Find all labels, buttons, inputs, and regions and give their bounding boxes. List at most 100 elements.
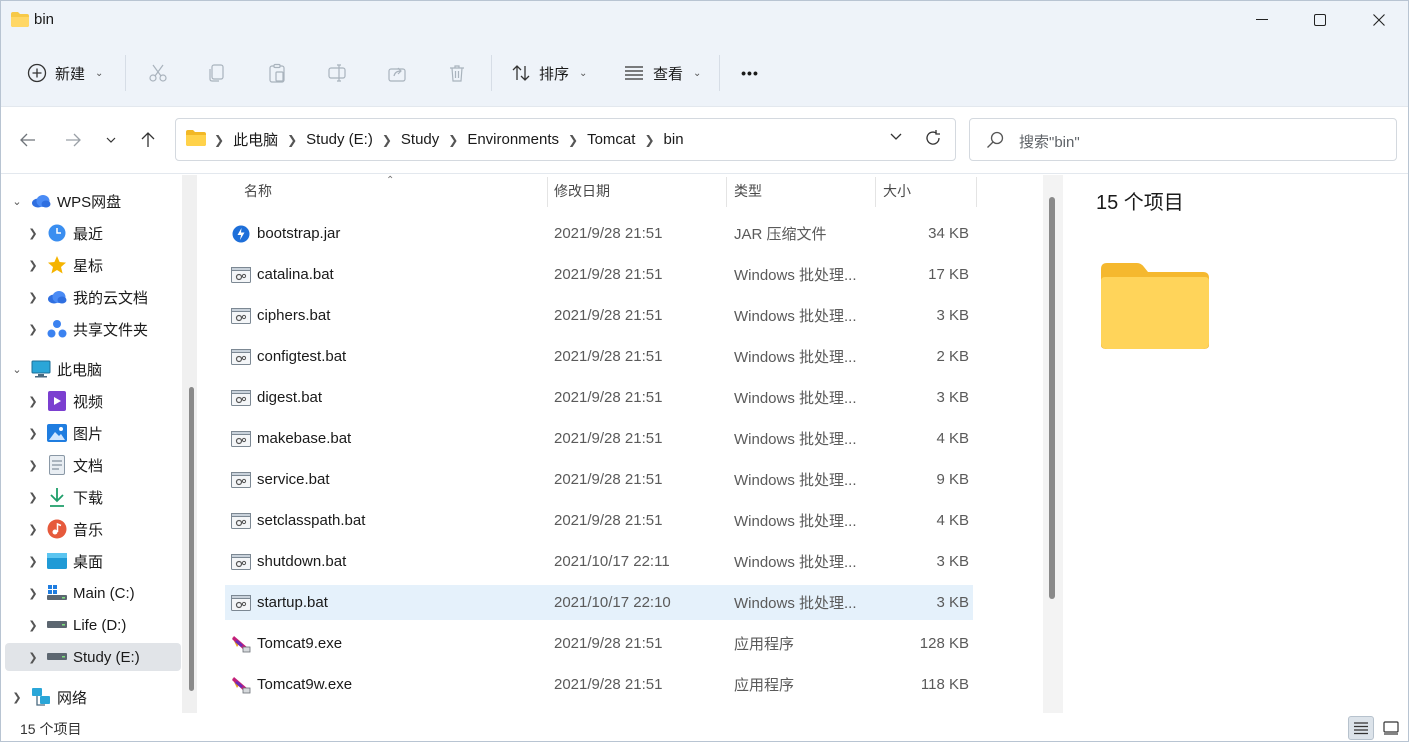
breadcrumb-item[interactable]: bin (657, 131, 691, 148)
sort-ascending-icon: ⌃ (386, 175, 395, 186)
sidebar-item-downloads[interactable]: ❯ 下载 (5, 483, 181, 511)
bat-icon (231, 265, 251, 285)
table-row[interactable]: Tomcat9w.exe 2021/9/28 21:51 应用程序 118 KB (225, 667, 973, 702)
sidebar-item-label: 网络 (57, 689, 88, 707)
column-divider[interactable] (726, 177, 727, 207)
table-row[interactable]: makebase.bat 2021/9/28 21:51 Windows 批处理..… (225, 421, 973, 456)
delete-button[interactable] (437, 53, 477, 93)
file-list-scrollbar-thumb[interactable] (1049, 197, 1055, 599)
table-row[interactable]: digest.bat 2021/9/28 21:51 Windows 批处理... 3… (225, 380, 973, 415)
table-row[interactable]: startup.bat 2021/10/17 22:10 Windows 批处理..… (225, 585, 973, 620)
more-options-button[interactable]: ••• (730, 53, 770, 93)
sidebar-item-documents[interactable]: ❯ 文档 (5, 451, 181, 479)
chevron-right-icon: ❯ (28, 395, 38, 408)
rename-button[interactable] (317, 53, 357, 93)
column-divider[interactable] (875, 177, 876, 207)
share-button[interactable] (377, 53, 417, 93)
sidebar-item-my-cloud-docs[interactable]: ❯ 我的云文档 (5, 283, 181, 311)
sidebar-item-recent[interactable]: ❯ 最近 (5, 219, 181, 247)
file-name-cell[interactable]: startup.bat (231, 585, 541, 620)
table-row[interactable]: service.bat 2021/9/28 21:51 Windows 批处理...… (225, 462, 973, 497)
paste-button[interactable] (257, 53, 297, 93)
details-view-button[interactable] (1348, 716, 1374, 740)
copy-button[interactable] (197, 53, 237, 93)
file-name-cell[interactable]: makebase.bat (231, 421, 541, 456)
minimize-button[interactable] (1233, 1, 1291, 39)
breadcrumb-item[interactable]: Study (E:) (299, 131, 380, 148)
sidebar-item-drive-c[interactable]: ❯ Main (C:) (5, 579, 181, 607)
maximize-button[interactable] (1291, 1, 1349, 39)
column-header-size[interactable]: 大小 (883, 175, 911, 207)
table-row[interactable]: setclasspath.bat 2021/9/28 21:51 Windows 批… (225, 503, 973, 538)
new-button[interactable]: 新建 ⌄ (19, 53, 111, 93)
status-bar: 15 个项目 (1, 713, 1408, 741)
column-divider[interactable] (547, 177, 548, 207)
file-name-cell[interactable]: service.bat (231, 462, 541, 497)
cut-button[interactable] (138, 53, 178, 93)
file-name-cell[interactable]: shutdown.bat (231, 544, 541, 579)
address-history-button[interactable] (889, 130, 903, 148)
sidebar-item-label: 星标 (73, 257, 104, 275)
sidebar-item-network[interactable]: ❯ 网络 (5, 683, 181, 711)
file-name-cell[interactable]: Tomcat9w.exe (231, 667, 541, 702)
sidebar-item-wps-cloud[interactable]: ⌄ WPS网盘 (5, 187, 181, 215)
sidebar-item-drive-d[interactable]: ❯ Life (D:) (5, 611, 181, 639)
sidebar-item-shared-folder[interactable]: ❯ 共享文件夹 (5, 315, 181, 343)
breadcrumb-item[interactable]: Tomcat (580, 131, 642, 148)
tiles-view-button[interactable] (1378, 716, 1404, 740)
file-date: 2021/9/28 21:51 (554, 266, 663, 283)
column-header-date[interactable]: 修改日期 (554, 175, 610, 207)
refresh-button[interactable] (923, 128, 943, 152)
sidebar-item-drive-e[interactable]: ❯ Study (E:) (5, 643, 181, 671)
search-icon (986, 131, 1004, 153)
view-button[interactable]: 查看 ⌄ (615, 53, 709, 93)
address-bar[interactable]: ❯ 此电脑 ❯ Study (E:) ❯ Study ❯ Environment… (175, 118, 956, 161)
column-divider[interactable] (976, 177, 977, 207)
breadcrumb-item[interactable]: Study (394, 131, 446, 148)
file-name: Tomcat9.exe (257, 635, 343, 652)
table-row[interactable]: ciphers.bat 2021/9/28 21:51 Windows 批处理...… (225, 298, 973, 333)
sidebar-item-pictures[interactable]: ❯ 图片 (5, 419, 181, 447)
column-header-name[interactable]: 名称 (244, 175, 272, 207)
title-bar: bin (1, 1, 1408, 39)
sidebar-item-videos[interactable]: ❯ 视频 (5, 387, 181, 415)
close-button[interactable] (1350, 1, 1408, 39)
file-name-cell[interactable]: bootstrap.jar (231, 216, 541, 251)
back-button[interactable] (11, 123, 45, 157)
table-row[interactable]: shutdown.bat 2021/10/17 22:11 Windows 批处理.… (225, 544, 973, 579)
sidebar-item-desktop[interactable]: ❯ 桌面 (5, 547, 181, 575)
file-name-cell[interactable]: catalina.bat (231, 257, 541, 292)
recent-locations-button[interactable] (94, 123, 128, 157)
sidebar-scrollbar-thumb[interactable] (189, 387, 194, 691)
sidebar-item-music[interactable]: ❯ 音乐 (5, 515, 181, 543)
sidebar-item-this-pc[interactable]: ⌄ 此电脑 (5, 355, 181, 383)
table-row[interactable]: catalina.bat 2021/9/28 21:51 Windows 批处理..… (225, 257, 973, 292)
table-row[interactable]: Tomcat9.exe 2021/9/28 21:51 应用程序 128 KB (225, 626, 973, 661)
up-button[interactable] (131, 123, 165, 157)
chevron-right-icon: ❯ (644, 132, 655, 147)
table-row[interactable]: bootstrap.jar 2021/9/28 21:51 JAR 压缩文件 34 K… (225, 216, 973, 251)
sidebar-item-starred[interactable]: ❯ 星标 (5, 251, 181, 279)
search-input[interactable]: 搜索"bin" (969, 118, 1397, 161)
bat-icon (231, 470, 251, 490)
close-icon (1373, 14, 1385, 26)
file-date: 2021/9/28 21:51 (554, 512, 663, 529)
clock-icon (47, 223, 67, 243)
file-type: Windows 批处理... (734, 554, 857, 571)
table-row[interactable]: configtest.bat 2021/9/28 21:51 Windows 批处理… (225, 339, 973, 374)
file-name-cell[interactable]: setclasspath.bat (231, 503, 541, 538)
chevron-right-icon: ❯ (28, 651, 38, 664)
file-name-cell[interactable]: digest.bat (231, 380, 541, 415)
file-name-cell[interactable]: Tomcat9.exe (231, 626, 541, 661)
file-date: 2021/9/28 21:51 (554, 676, 663, 693)
breadcrumb-item[interactable]: 此电脑 (226, 129, 285, 150)
forward-button[interactable] (56, 123, 90, 157)
file-name-cell[interactable]: ciphers.bat (231, 298, 541, 333)
divider (719, 55, 720, 91)
breadcrumb-item[interactable]: Environments (460, 131, 566, 148)
minimize-icon (1256, 19, 1268, 20)
file-type: Windows 批处理... (734, 431, 857, 448)
file-name-cell[interactable]: configtest.bat (231, 339, 541, 374)
column-header-type[interactable]: 类型 (734, 175, 762, 207)
sort-button[interactable]: 排序 ⌄ (503, 53, 595, 93)
